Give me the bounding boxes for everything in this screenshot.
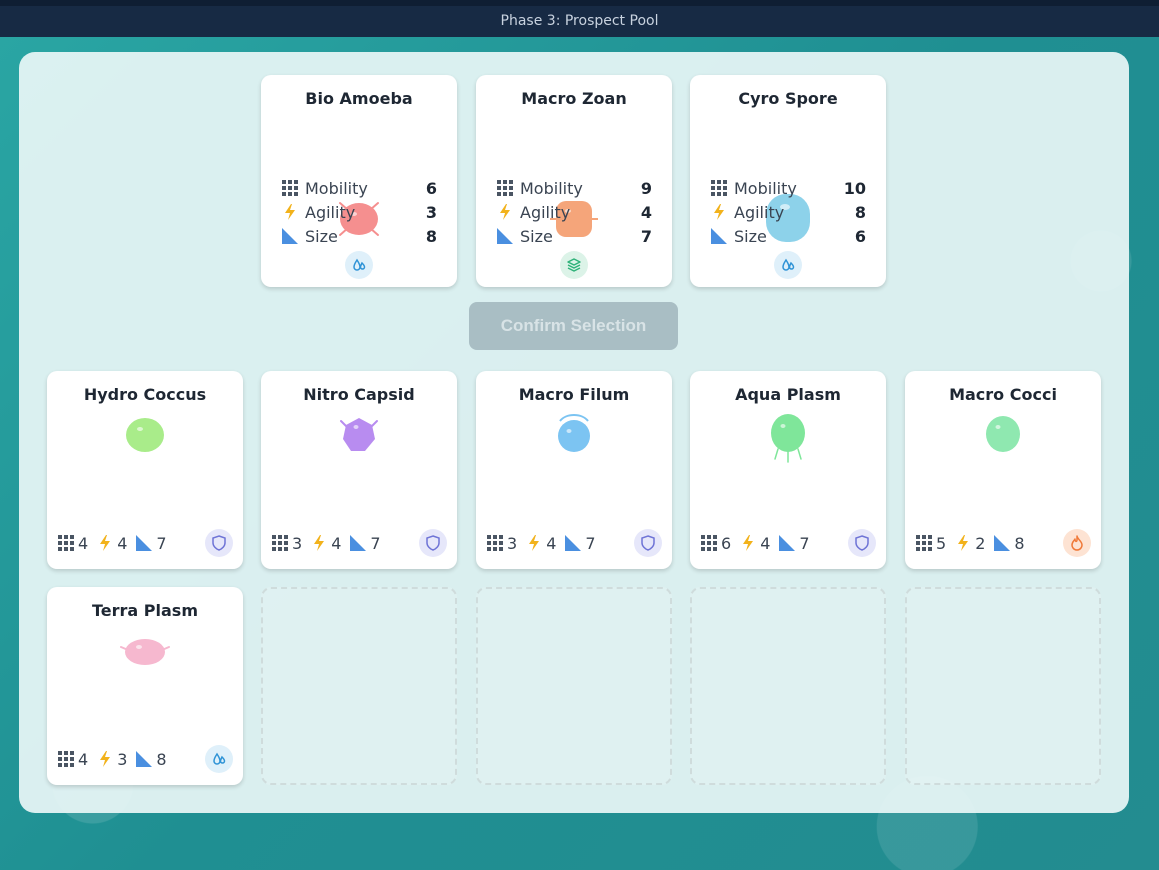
- mobility-stat: 3: [486, 534, 517, 553]
- flame-icon: [1063, 529, 1091, 557]
- grid-icon: [57, 534, 75, 552]
- selected-card-macro-zoan[interactable]: Macro Zoan Mobility 9 Agility 4 Size 7: [476, 75, 672, 287]
- card-name: Macro Zoan: [521, 89, 627, 108]
- ruler-triangle-icon: [349, 534, 367, 552]
- creature-aqua-plasm-icon: [771, 414, 805, 463]
- ruler-triangle-icon: [135, 534, 153, 552]
- agility-stat: 4: [525, 534, 556, 553]
- bolt-icon: [954, 534, 972, 552]
- size-stat: 8: [135, 750, 167, 769]
- agility-stat: Agility 8: [710, 200, 866, 224]
- agility-stat: 3: [96, 750, 127, 769]
- pool-card-nitro-capsid[interactable]: Nitro Capsid 3 4 7: [261, 371, 457, 569]
- top-bar: Phase 3: Prospect Pool: [0, 0, 1159, 37]
- pool-card-macro-filum[interactable]: Macro Filum 3 4 7: [476, 371, 672, 569]
- size-stat: Size 7: [496, 224, 652, 248]
- ruler-triangle-icon: [135, 750, 153, 768]
- agility-stat: Agility 4: [496, 200, 652, 224]
- empty-pool-slot: [261, 587, 457, 785]
- mobility-stat: 6: [700, 534, 731, 553]
- bolt-icon: [710, 203, 728, 221]
- ruler-triangle-icon: [778, 534, 796, 552]
- selected-card-bio-amoeba[interactable]: Bio Amoeba Mobility 6 Agility 3 Size 8: [261, 75, 457, 287]
- grid-icon: [57, 750, 75, 768]
- mobility-stat: Mobility 10: [710, 176, 866, 200]
- phase-title: Phase 3: Prospect Pool: [500, 13, 659, 29]
- size-stat: Size 6: [710, 224, 866, 248]
- creature-nitro-capsid-icon: [340, 418, 378, 451]
- empty-pool-slot: [476, 587, 672, 785]
- water-drop-icon: [345, 251, 373, 279]
- size-stat: 7: [564, 534, 596, 553]
- bolt-icon: [96, 750, 114, 768]
- shield-icon: [634, 529, 662, 557]
- empty-pool-slot: [690, 587, 886, 785]
- card-name: Terra Plasm: [92, 601, 198, 620]
- size-stat: 7: [778, 534, 810, 553]
- layers-icon: [560, 251, 588, 279]
- pool-card-aqua-plasm[interactable]: Aqua Plasm 6 4 7: [690, 371, 886, 569]
- confirm-selection-button[interactable]: Confirm Selection: [469, 302, 678, 350]
- bolt-icon: [739, 534, 757, 552]
- creature-macro-cocci-icon: [986, 416, 1020, 452]
- ruler-triangle-icon: [564, 534, 582, 552]
- agility-stat: 4: [739, 534, 770, 553]
- empty-pool-slot: [905, 587, 1101, 785]
- grid-icon: [496, 179, 514, 197]
- mobility-stat: Mobility 6: [281, 176, 437, 200]
- ruler-triangle-icon: [993, 534, 1011, 552]
- card-name: Bio Amoeba: [305, 89, 413, 108]
- bolt-icon: [525, 534, 543, 552]
- mobility-stat: Mobility 9: [496, 176, 652, 200]
- bolt-icon: [496, 203, 514, 221]
- grid-icon: [271, 534, 289, 552]
- mobility-stat: 4: [57, 534, 88, 553]
- bolt-icon: [310, 534, 328, 552]
- card-name: Macro Filum: [518, 385, 630, 404]
- water-drop-icon: [205, 745, 233, 773]
- agility-stat: 4: [96, 534, 127, 553]
- agility-stat: Agility 3: [281, 200, 437, 224]
- bolt-icon: [96, 534, 114, 552]
- shield-icon: [419, 529, 447, 557]
- shield-icon: [848, 529, 876, 557]
- size-stat: 8: [993, 534, 1025, 553]
- selected-card-cyro-spore[interactable]: Cyro Spore Mobility 10 Agility 8 Size 6: [690, 75, 886, 287]
- pool-card-macro-cocci[interactable]: Macro Cocci 5 2 8: [905, 371, 1101, 569]
- agility-stat: 4: [310, 534, 341, 553]
- grid-icon: [486, 534, 504, 552]
- size-stat: 7: [135, 534, 167, 553]
- creature-hydro-coccus-icon: [126, 418, 164, 452]
- card-name: Aqua Plasm: [735, 385, 841, 404]
- agility-stat: 2: [954, 534, 985, 553]
- ruler-triangle-icon: [496, 227, 514, 245]
- grid-icon: [710, 179, 728, 197]
- card-name: Nitro Capsid: [303, 385, 415, 404]
- creature-terra-plasm-icon: [120, 639, 170, 665]
- size-stat: 7: [349, 534, 381, 553]
- mobility-stat: 5: [915, 534, 946, 553]
- pool-card-hydro-coccus[interactable]: Hydro Coccus 4 4 7: [47, 371, 243, 569]
- bolt-icon: [281, 203, 299, 221]
- card-name: Macro Cocci: [949, 385, 1057, 404]
- creature-macro-filum-icon: [558, 414, 590, 452]
- ruler-triangle-icon: [710, 227, 728, 245]
- card-name: Cyro Spore: [738, 89, 838, 108]
- ruler-triangle-icon: [281, 227, 299, 245]
- grid-icon: [281, 179, 299, 197]
- mobility-stat: 4: [57, 750, 88, 769]
- size-stat: Size 8: [281, 224, 437, 248]
- grid-icon: [915, 534, 933, 552]
- shield-icon: [205, 529, 233, 557]
- pool-card-terra-plasm[interactable]: Terra Plasm 4 3 8: [47, 587, 243, 785]
- mobility-stat: 3: [271, 534, 302, 553]
- card-name: Hydro Coccus: [83, 385, 207, 404]
- grid-icon: [700, 534, 718, 552]
- water-drop-icon: [774, 251, 802, 279]
